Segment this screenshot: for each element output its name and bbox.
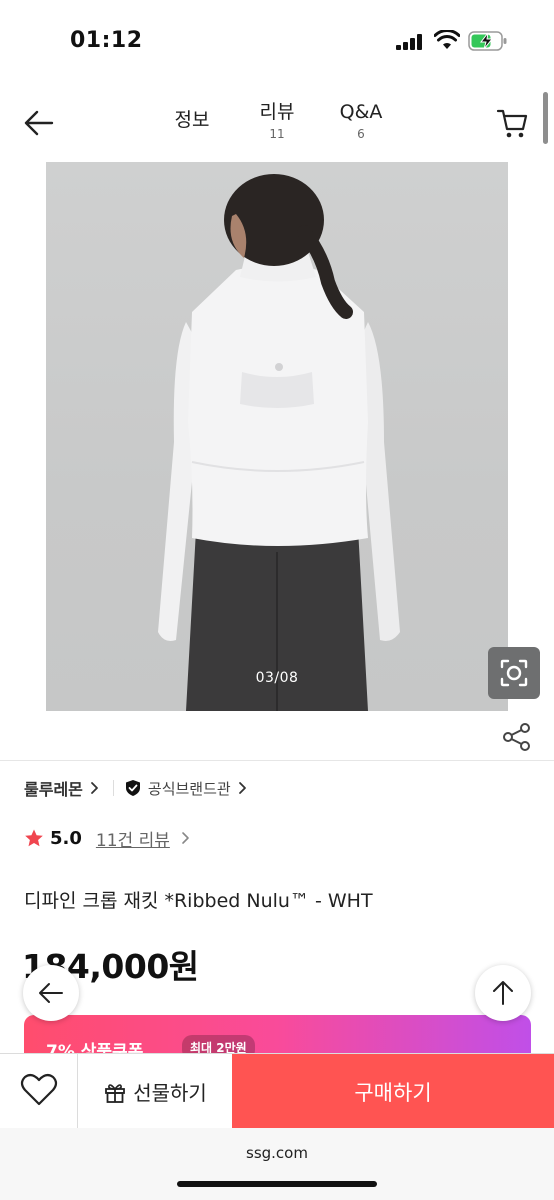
brand-row: 룰루레몬 공식브랜드관 <box>24 774 251 802</box>
gift-icon <box>105 1083 126 1103</box>
official-shield-check-icon <box>125 780 140 796</box>
tab-info[interactable]: 정보 <box>170 108 214 132</box>
share-icon[interactable] <box>500 722 534 752</box>
battery-charging-icon <box>468 31 507 51</box>
tab-review[interactable]: 리뷰 11 <box>252 100 302 142</box>
tab-review-label: 리뷰 <box>259 101 295 123</box>
buy-button[interactable]: 구매하기 <box>232 1054 554 1129</box>
status-bar: 01:12 <box>0 0 554 80</box>
tab-info-label: 정보 <box>174 109 210 131</box>
arrow-up-icon <box>493 981 513 1005</box>
official-brand-store-link[interactable]: 공식브랜드관 <box>148 778 231 799</box>
url-text: ssg.com <box>246 1144 308 1162</box>
product-image[interactable]: 03/08 <box>46 162 508 711</box>
top-navigation: 정보 리뷰 11 Q&A 6 <box>0 88 554 158</box>
browser-url-bar[interactable]: ssg.com <box>0 1128 554 1200</box>
review-count-link[interactable]: 11건 리뷰 <box>96 826 170 851</box>
home-indicator[interactable] <box>177 1181 377 1187</box>
tab-qna-label: Q&A <box>339 101 383 123</box>
rating-row: 5.0 11건 리뷰 <box>24 824 194 852</box>
floating-back-button[interactable] <box>23 965 79 1021</box>
scroll-to-top-button[interactable] <box>475 965 531 1021</box>
product-photo-illustration <box>158 174 400 711</box>
image-search-button[interactable] <box>488 647 540 699</box>
status-time: 01:12 <box>70 28 143 53</box>
chevron-right-icon <box>238 782 246 794</box>
star-icon <box>25 829 43 847</box>
arrow-left-icon <box>39 983 63 1003</box>
gift-label: 선물하기 <box>133 1081 207 1105</box>
gift-button[interactable]: 선물하기 <box>78 1054 232 1129</box>
rating-score: 5.0 <box>50 827 82 849</box>
cart-icon[interactable] <box>496 106 530 140</box>
section-divider <box>0 760 554 761</box>
image-counter: 03/08 <box>255 670 299 686</box>
tab-review-count: 11 <box>269 127 285 141</box>
wifi-icon <box>434 30 460 49</box>
scrollbar-thumb[interactable] <box>543 92 548 144</box>
tab-qna[interactable]: Q&A 6 <box>334 100 388 142</box>
heart-icon <box>20 1073 58 1106</box>
bottom-action-bar: 선물하기 구매하기 <box>0 1053 554 1129</box>
product-title: 디파인 크롭 재킷 *Ribbed Nulu™ - WHT <box>24 890 373 912</box>
brand-name-link[interactable]: 룰루레몬 <box>24 776 83 800</box>
brand-separator <box>112 780 114 796</box>
buy-label: 구매하기 <box>354 1080 432 1105</box>
wishlist-button[interactable] <box>0 1054 78 1129</box>
chevron-right-icon <box>182 832 189 844</box>
back-arrow-icon[interactable] <box>22 106 56 140</box>
tab-qna-count: 6 <box>357 127 365 141</box>
lens-icon <box>500 659 528 687</box>
cellular-signal-icon <box>396 34 424 50</box>
chevron-right-icon <box>90 782 98 794</box>
